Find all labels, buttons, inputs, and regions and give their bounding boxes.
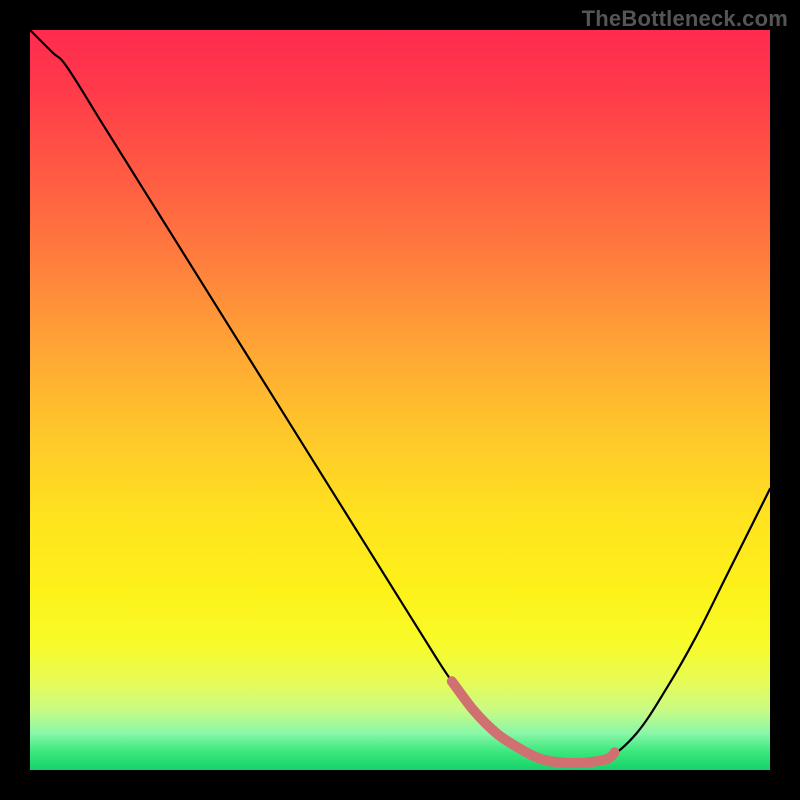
highlight-segment: [452, 681, 615, 763]
highlight-layer: [30, 30, 770, 770]
plot-area: [30, 30, 770, 770]
chart-container: TheBottleneck.com: [0, 0, 800, 800]
watermark-text: TheBottleneck.com: [582, 6, 788, 32]
